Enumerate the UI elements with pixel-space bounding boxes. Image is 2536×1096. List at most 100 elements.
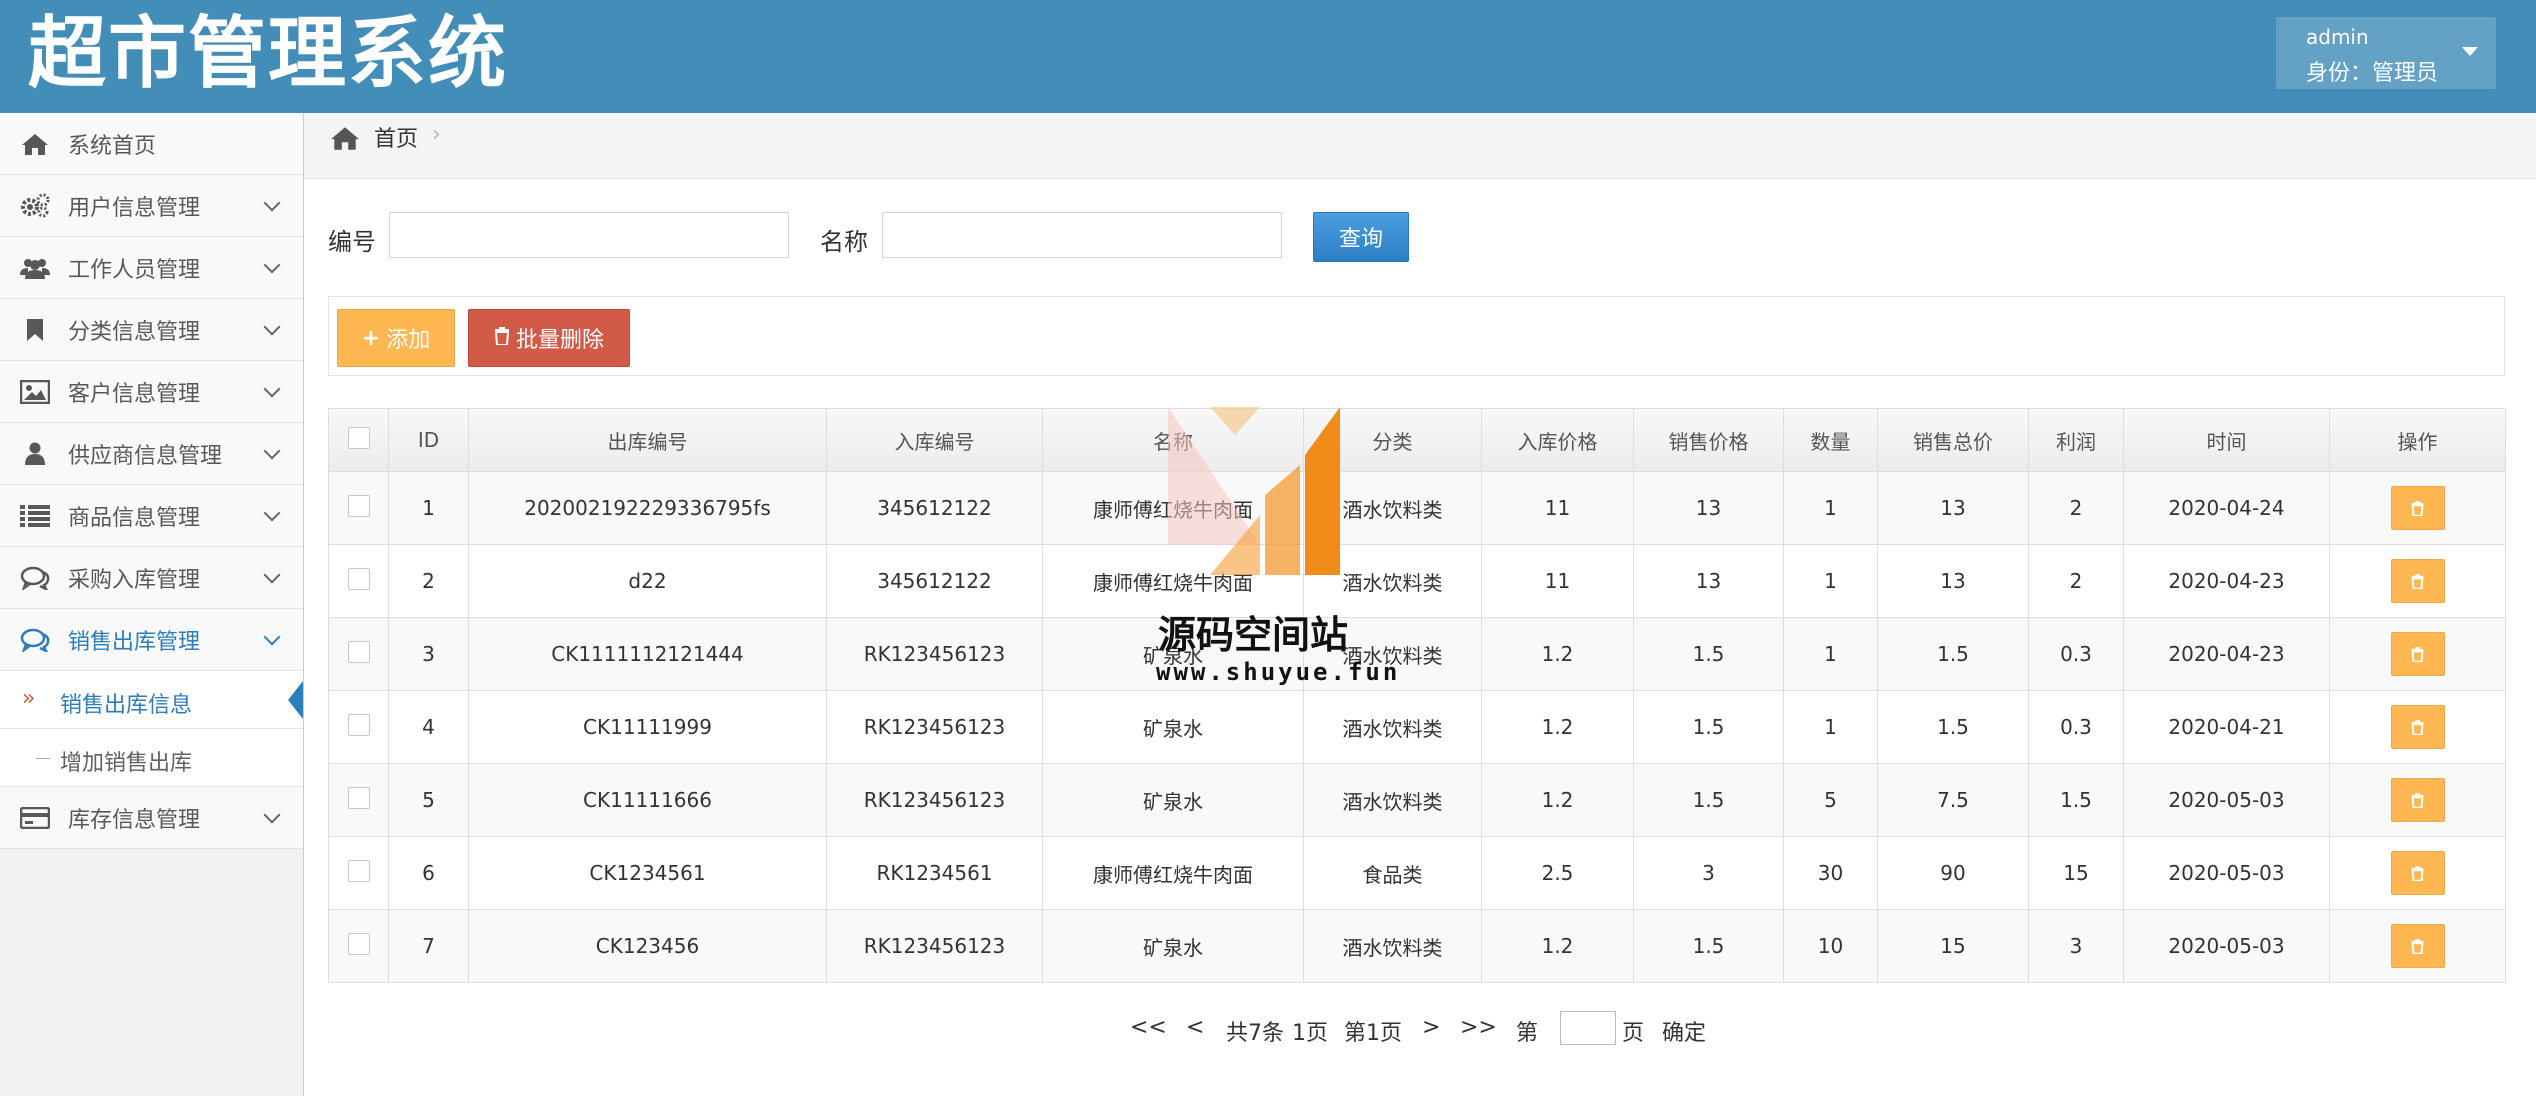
row-select-cell[interactable]	[328, 617, 389, 691]
table-cell: 1.5	[1633, 690, 1784, 764]
table-cell: 2020-04-21	[2123, 690, 2330, 764]
credit-card-icon	[20, 805, 50, 831]
table-row: 7 CK123456 RK123456123 矿泉水 酒水饮料类 1.2 1.5 10 15 3 2…	[328, 909, 2506, 983]
row-actions-cell	[2329, 690, 2506, 764]
table-cell: 康师傅红烧牛肉面	[1042, 836, 1304, 910]
chevron-down-icon	[263, 380, 281, 398]
table-cell: 1	[388, 471, 469, 545]
table-cell: 30	[1783, 836, 1878, 910]
gears-icon	[20, 193, 50, 219]
column-header: 利润	[2028, 408, 2124, 472]
table-cell: 11	[1481, 471, 1634, 545]
table-cell: 1.2	[1481, 763, 1634, 837]
submenu-item-add-sales[interactable]: 增加销售出库	[0, 729, 303, 787]
next-page-link[interactable]: >	[1422, 1015, 1440, 1040]
sidebar-item-category[interactable]: 分类信息管理	[0, 299, 303, 361]
caret-down-icon	[2462, 47, 2478, 56]
table-cell: 2020-04-23	[2123, 544, 2330, 618]
active-indicator-icon	[288, 681, 303, 719]
first-page-link[interactable]: <<	[1130, 1015, 1167, 1040]
code-label: 编号	[328, 228, 376, 256]
sidebar-item-inventory[interactable]: 库存信息管理	[0, 787, 303, 849]
name-label: 名称	[820, 228, 868, 256]
user-icon	[20, 441, 50, 467]
select-all-cell[interactable]	[328, 408, 389, 472]
table-cell: 1	[1783, 617, 1878, 691]
table-cell: 90	[1877, 836, 2029, 910]
row-select-cell[interactable]	[328, 544, 389, 618]
home-icon[interactable]	[330, 125, 360, 155]
row-delete-button[interactable]	[2390, 851, 2445, 895]
page-number-input[interactable]	[1560, 1011, 1616, 1045]
table-cell: CK1111112121444	[468, 617, 827, 691]
row-select-cell[interactable]	[328, 471, 389, 545]
table-cell: 345612122	[826, 471, 1043, 545]
row-select-cell[interactable]	[328, 690, 389, 764]
sidebar-item-home[interactable]: 系统首页	[0, 113, 303, 175]
sidebar-item-users[interactable]: 用户信息管理	[0, 175, 303, 237]
row-delete-button[interactable]	[2390, 705, 2445, 749]
table-cell: CK11111666	[468, 763, 827, 837]
row-select-cell[interactable]	[328, 763, 389, 837]
table-cell: 酒水饮料类	[1303, 763, 1482, 837]
sidebar-item-purchase[interactable]: 采购入库管理	[0, 547, 303, 609]
row-delete-button[interactable]	[2390, 632, 2445, 676]
trash-icon	[2411, 865, 2424, 881]
confirm-page-button[interactable]: 确定	[1662, 1015, 1706, 1047]
table-cell: 2020-04-24	[2123, 471, 2330, 545]
row-delete-button[interactable]	[2390, 486, 2445, 530]
row-checkbox[interactable]	[347, 713, 370, 736]
breadcrumb-home-link[interactable]: 首页	[374, 121, 418, 153]
select-all-checkbox[interactable]	[347, 426, 370, 449]
row-delete-button[interactable]	[2390, 778, 2445, 822]
row-actions-cell	[2329, 909, 2506, 983]
chevron-down-icon	[263, 806, 281, 824]
table-cell: CK1234561	[468, 836, 827, 910]
last-page-link[interactable]: >>	[1460, 1015, 1497, 1040]
row-checkbox[interactable]	[347, 494, 370, 517]
user-menu[interactable]: admin 身份：管理员	[2276, 17, 2496, 89]
row-delete-button[interactable]	[2390, 559, 2445, 603]
sidebar-item-supplier[interactable]: 供应商信息管理	[0, 423, 303, 485]
batch-delete-button[interactable]: 批量删除	[468, 309, 630, 367]
submenu-item-label: 增加销售出库	[60, 751, 193, 776]
table-cell: 10	[1783, 909, 1878, 983]
plus-icon: +	[361, 325, 381, 351]
table-cell: 0.3	[2028, 690, 2124, 764]
bookmark-icon	[20, 317, 50, 343]
prev-page-link[interactable]: <	[1186, 1015, 1204, 1040]
row-select-cell[interactable]	[328, 909, 389, 983]
table-row: 1202002192229336795fs345612122康师傅红烧牛肉面酒水…	[328, 471, 2506, 545]
search-button[interactable]: 查询	[1313, 212, 1409, 262]
row-delete-button[interactable]	[2390, 924, 2445, 968]
sidebar-item-customer[interactable]: 客户信息管理	[0, 361, 303, 423]
table-cell: 15	[1877, 909, 2029, 983]
row-checkbox[interactable]	[347, 786, 370, 809]
code-input[interactable]	[389, 212, 789, 258]
table-cell: 4	[388, 690, 469, 764]
table-cell: 7.5	[1877, 763, 2029, 837]
table-cell: 矿泉水	[1042, 909, 1304, 983]
sidebar-item-label: 商品信息管理	[68, 505, 201, 531]
sidebar-item-staff[interactable]: 工作人员管理	[0, 237, 303, 299]
column-header: 操作	[2329, 408, 2506, 472]
table-row: 5 CK11111666 RK123456123 矿泉水 酒水饮料类 1.2 1.5 5 7.5…	[328, 763, 2506, 837]
row-select-cell[interactable]	[328, 836, 389, 910]
row-checkbox[interactable]	[347, 567, 370, 590]
row-checkbox[interactable]	[347, 932, 370, 955]
trash-icon	[2411, 500, 2424, 516]
row-checkbox[interactable]	[347, 859, 370, 882]
row-checkbox[interactable]	[347, 640, 370, 663]
name-input[interactable]	[882, 212, 1282, 258]
table-cell: 5	[1783, 763, 1878, 837]
table-cell: 2	[388, 544, 469, 618]
sidebar-item-product[interactable]: 商品信息管理	[0, 485, 303, 547]
add-button[interactable]: + 添加	[337, 309, 455, 367]
trash-icon	[2411, 792, 2424, 808]
column-header: 数量	[1783, 408, 1878, 472]
table-cell: 2	[2028, 544, 2124, 618]
submenu-item-sales-info[interactable]: » 销售出库信息	[0, 671, 303, 729]
comments-icon	[20, 565, 50, 591]
sidebar-item-sales[interactable]: 销售出库管理	[0, 609, 303, 671]
trash-icon	[2411, 646, 2424, 662]
